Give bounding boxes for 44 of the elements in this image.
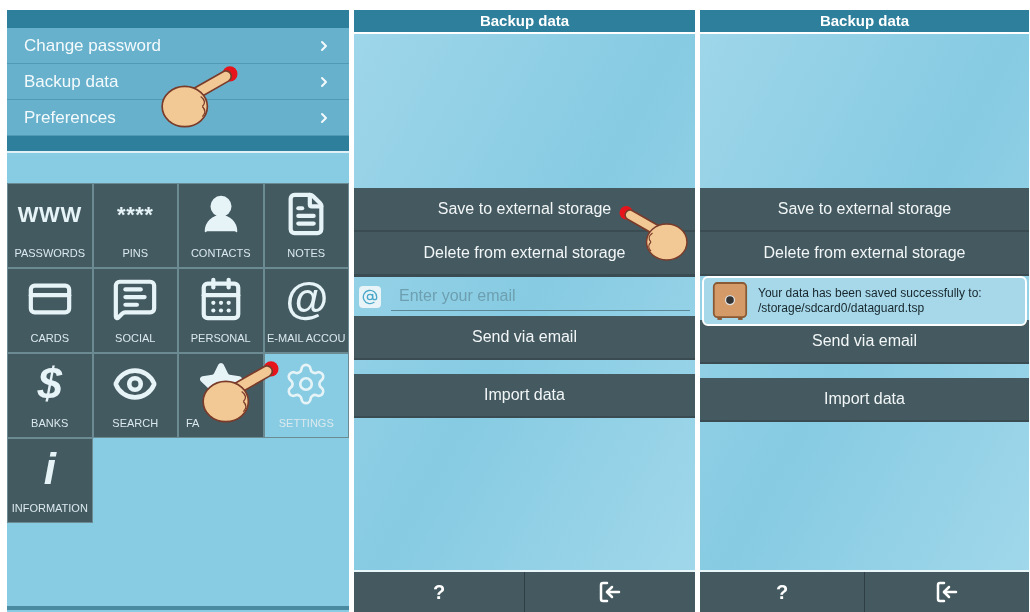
tile-label: SEARCH (112, 415, 159, 431)
tile-glyph: i (43, 447, 56, 492)
tile-glyph: WWW (17, 200, 82, 229)
tile-glyph: **** (117, 200, 154, 229)
tile-label: PASSWORDS (14, 245, 86, 261)
category-tile[interactable]: @ E-MAIL ACCOU (263, 268, 349, 353)
category-tile[interactable]: CONTACTS (178, 183, 264, 268)
category-tile[interactable]: SOCIAL (92, 268, 178, 353)
at-icon (359, 285, 381, 308)
category-tile[interactable]: WWW PASSWORDS (7, 183, 93, 268)
tile-label: NOTES (287, 245, 326, 261)
category-tile[interactable]: **** PINS (92, 183, 178, 268)
tile-label: E-MAIL ACCOU (267, 330, 346, 346)
import-button[interactable]: Import data (354, 374, 695, 418)
tile-label: SOCIAL (115, 330, 156, 346)
category-tile[interactable]: i INFORMATION (7, 438, 93, 523)
tile-label: SETTINGS (278, 415, 334, 431)
action-button[interactable]: Save to external storage (700, 188, 1029, 232)
tile-label: CONTACTS (190, 245, 251, 261)
screen-title: Backup data (700, 10, 1029, 32)
action-button[interactable]: Delete from external storage (354, 232, 695, 276)
exit-icon (598, 580, 622, 604)
tile-label: FA (185, 415, 200, 431)
tile-glyph: $ (37, 362, 62, 407)
exit-icon (935, 580, 959, 604)
tile-glyph: @ (284, 277, 328, 322)
category-tile[interactable]: CARDS (7, 268, 93, 353)
import-button[interactable]: Import data (700, 378, 1029, 422)
action-button[interactable]: Delete from external storage (700, 232, 1029, 276)
tile-label: PINS (122, 245, 149, 261)
screen-title: Backup data (354, 10, 695, 32)
action-button[interactable]: Send via email (354, 316, 695, 360)
tile-label: BANKS (31, 415, 69, 431)
action-button[interactable]: Save to external storage (354, 188, 695, 232)
tile-label: INFORMATION (11, 500, 88, 516)
safe-icon (712, 281, 748, 321)
tile-label: CARDS (30, 330, 69, 346)
tile-label: PERSONAL (190, 330, 251, 346)
category-tile[interactable]: $ BANKS (7, 353, 93, 438)
category-tile[interactable]: NOTES (263, 183, 349, 268)
category-tile[interactable]: PERSONAL (178, 268, 264, 353)
toast-text: Your data has been saved successfully to: (758, 286, 982, 301)
toast-text: /storage/sdcard0/dataguard.tsp (758, 301, 926, 316)
category-tile[interactable]: SEARCH (92, 353, 178, 438)
